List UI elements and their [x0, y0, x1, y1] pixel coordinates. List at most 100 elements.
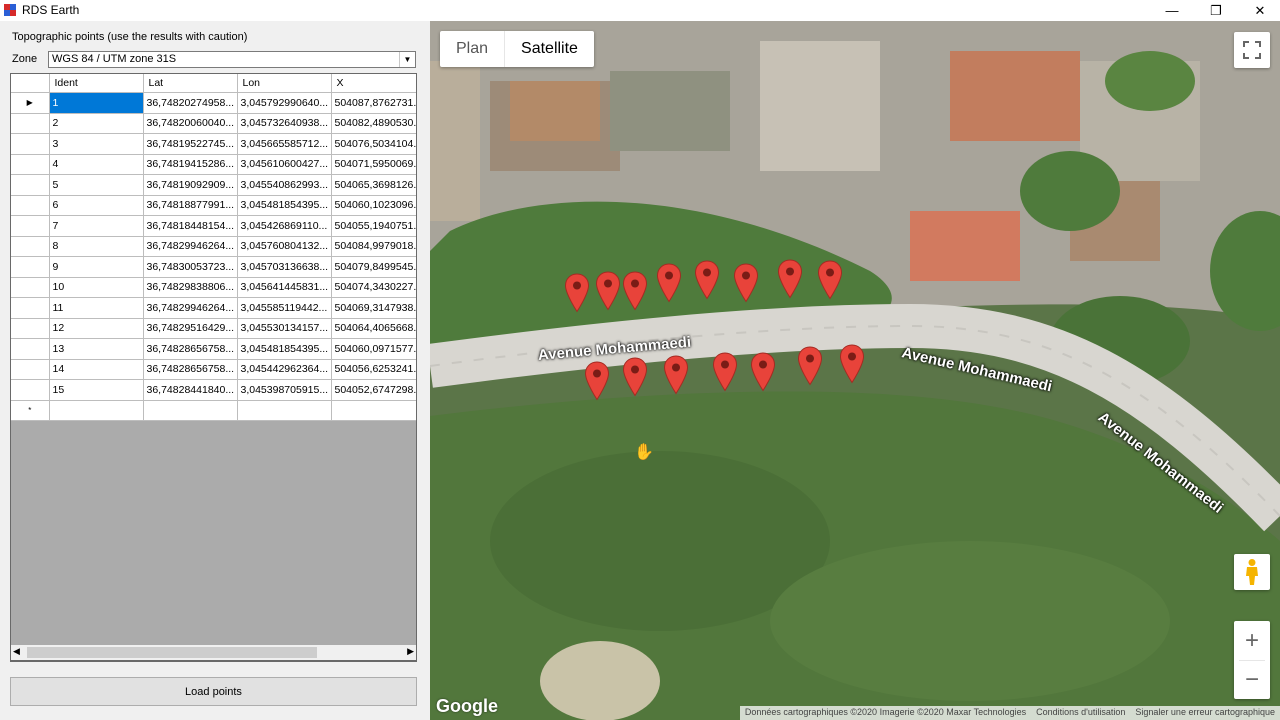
- cell-lon[interactable]: 3,045792990640...: [237, 92, 332, 114]
- map-marker-icon[interactable]: [694, 260, 720, 300]
- cell-lon[interactable]: 3,045530134157...: [237, 318, 332, 339]
- cell-lon[interactable]: 3,045641445831...: [237, 277, 332, 298]
- table-row[interactable]: 3 36,74819522745... 3,045665585712... 50407…: [11, 133, 416, 155]
- cell-ident[interactable]: 6: [49, 195, 144, 216]
- cell-lat[interactable]: 36,74828656758...: [143, 338, 238, 360]
- map-marker-icon[interactable]: [622, 271, 648, 311]
- map-type-satellite-button[interactable]: Satellite: [504, 31, 594, 67]
- cell-x[interactable]: 504065,3698126...: [331, 174, 416, 196]
- map-marker-icon[interactable]: [777, 259, 803, 299]
- cell-ident[interactable]: 12: [49, 318, 144, 339]
- cell-lon[interactable]: 3,045398705915...: [237, 379, 332, 401]
- map-view[interactable]: Avenue Mohammaedi Avenue Mohammaedi Aven…: [430, 21, 1280, 720]
- cell-lon[interactable]: 3,045732640938...: [237, 113, 332, 134]
- cell-x[interactable]: 504074,3430227...: [331, 277, 416, 298]
- terms-link[interactable]: Conditions d'utilisation: [1031, 706, 1130, 720]
- map-marker-icon[interactable]: [733, 263, 759, 303]
- cell-lat[interactable]: 36,74829946264...: [143, 297, 238, 319]
- column-header-lat[interactable]: Lat: [143, 74, 238, 93]
- cell-lon[interactable]: 3,045703136638...: [237, 256, 332, 278]
- horizontal-scrollbar[interactable]: ◀ ▶: [10, 645, 417, 661]
- cell-ident[interactable]: 5: [49, 174, 144, 196]
- map-marker-icon[interactable]: [663, 355, 689, 395]
- maximize-button[interactable]: ❐: [1194, 0, 1238, 21]
- cell-ident[interactable]: 10: [49, 277, 144, 298]
- cell-lon[interactable]: 3,045540862993...: [237, 174, 332, 196]
- map-marker-icon[interactable]: [584, 361, 610, 401]
- table-row[interactable]: 2 36,74820060040... 3,045732640938... 50408…: [11, 113, 416, 134]
- cell-lat[interactable]: 36,74818877991...: [143, 195, 238, 216]
- cell-x[interactable]: 504079,8499545...: [331, 256, 416, 278]
- cell-x[interactable]: 504082,4890530...: [331, 113, 416, 134]
- cell-x[interactable]: 504055,1940751...: [331, 215, 416, 237]
- cell-x[interactable]: 504056,6253241...: [331, 359, 416, 380]
- cell-x[interactable]: 504069,3147938...: [331, 297, 416, 319]
- cell-x[interactable]: 504060,0971577...: [331, 338, 416, 360]
- cell-lon[interactable]: 3,045481854395...: [237, 338, 332, 360]
- map-type-control[interactable]: Plan Satellite: [440, 31, 594, 67]
- chevron-down-icon[interactable]: ▼: [399, 52, 415, 67]
- table-row[interactable]: 12 36,74829516429... 3,045530134157... 5040…: [11, 318, 416, 339]
- cell-ident[interactable]: 3: [49, 133, 144, 155]
- close-button[interactable]: ✕: [1238, 0, 1280, 21]
- pegman-button[interactable]: [1234, 554, 1270, 590]
- cell-lon[interactable]: 3,045760804132...: [237, 236, 332, 257]
- cell-ident[interactable]: 1: [49, 92, 144, 114]
- map-marker-icon[interactable]: [656, 263, 682, 303]
- load-points-button[interactable]: Load points: [10, 677, 417, 706]
- cell-lat[interactable]: 36,74820274958...: [143, 92, 238, 114]
- minimize-button[interactable]: —: [1150, 0, 1194, 21]
- new-row-cell[interactable]: [331, 400, 416, 421]
- map-type-plan-button[interactable]: Plan: [440, 31, 504, 67]
- cell-lat[interactable]: 36,74829946264...: [143, 236, 238, 257]
- table-row[interactable]: 4 36,74819415286... 3,045610600427... 50407…: [11, 154, 416, 175]
- column-header-x[interactable]: X: [331, 74, 416, 93]
- cell-ident[interactable]: 4: [49, 154, 144, 175]
- new-row-cell[interactable]: [49, 400, 144, 421]
- cell-lat[interactable]: 36,74828656758...: [143, 359, 238, 380]
- map-marker-icon[interactable]: [839, 344, 865, 384]
- map-marker-icon[interactable]: [712, 352, 738, 392]
- cell-lon[interactable]: 3,045610600427...: [237, 154, 332, 175]
- cell-lat[interactable]: 36,74818448154...: [143, 215, 238, 237]
- zoom-control[interactable]: + −: [1234, 621, 1270, 699]
- cell-ident[interactable]: 14: [49, 359, 144, 380]
- map-marker-icon[interactable]: [564, 273, 590, 313]
- cell-ident[interactable]: 8: [49, 236, 144, 257]
- cell-lat[interactable]: 36,74819092909...: [143, 174, 238, 196]
- map-marker-icon[interactable]: [817, 260, 843, 300]
- map-marker-icon[interactable]: [595, 271, 621, 311]
- cell-lat[interactable]: 36,74828441840...: [143, 379, 238, 401]
- new-row-cell[interactable]: [143, 400, 238, 421]
- new-row[interactable]: *: [11, 400, 416, 421]
- cell-ident[interactable]: 7: [49, 215, 144, 237]
- cell-x[interactable]: 504052,6747298...: [331, 379, 416, 401]
- cell-x[interactable]: 504087,8762731...: [331, 92, 416, 114]
- cell-lat[interactable]: 36,74819415286...: [143, 154, 238, 175]
- table-row[interactable]: 5 36,74819092909... 3,045540862993... 50406…: [11, 174, 416, 196]
- table-row[interactable]: 14 36,74828656758... 3,045442962364... 5040…: [11, 359, 416, 380]
- table-row[interactable]: 11 36,74829946264... 3,045585119442... 5040…: [11, 297, 416, 319]
- table-row[interactable]: 15 36,74828441840... 3,045398705915... 5040…: [11, 379, 416, 401]
- table-row[interactable]: 6 36,74818877991... 3,045481854395... 50406…: [11, 195, 416, 216]
- cell-lat[interactable]: 36,74819522745...: [143, 133, 238, 155]
- table-row[interactable]: ▶ 1 36,74820274958... 3,045792990640... 5040…: [11, 92, 416, 114]
- cell-lon[interactable]: 3,045481854395...: [237, 195, 332, 216]
- report-error-link[interactable]: Signaler une erreur cartographique: [1130, 706, 1280, 720]
- cell-x[interactable]: 504084,9979018...: [331, 236, 416, 257]
- scroll-right-icon[interactable]: ▶: [407, 646, 414, 657]
- cell-ident[interactable]: 9: [49, 256, 144, 278]
- map-marker-icon[interactable]: [797, 346, 823, 386]
- column-header-lon[interactable]: Lon: [237, 74, 332, 93]
- scroll-left-icon[interactable]: ◀: [13, 646, 20, 657]
- cell-ident[interactable]: 15: [49, 379, 144, 401]
- cell-x[interactable]: 504060,1023096...: [331, 195, 416, 216]
- map-marker-icon[interactable]: [750, 352, 776, 392]
- fullscreen-button[interactable]: [1234, 32, 1270, 68]
- table-row[interactable]: 13 36,74828656758... 3,045481854395... 5040…: [11, 338, 416, 360]
- scrollbar-thumb[interactable]: [27, 647, 317, 658]
- zoom-out-button[interactable]: −: [1234, 661, 1270, 699]
- cell-x[interactable]: 504071,5950069...: [331, 154, 416, 175]
- table-row[interactable]: 7 36,74818448154... 3,045426869110... 50405…: [11, 215, 416, 237]
- zone-select[interactable]: WGS 84 / UTM zone 31S ▼: [48, 51, 416, 68]
